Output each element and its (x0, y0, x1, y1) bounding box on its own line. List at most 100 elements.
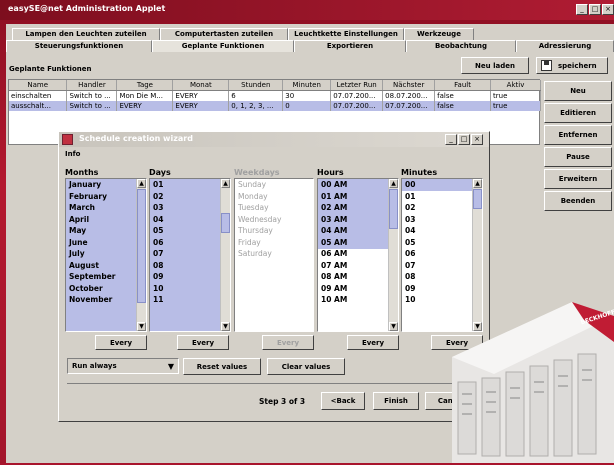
tab-lampen[interactable]: Lampen den Leuchten zuteilen (12, 28, 160, 40)
hours-list-item[interactable]: 09 AM (318, 283, 398, 295)
tab-adressierung[interactable]: Adressierung (516, 40, 614, 52)
run-mode-select[interactable]: Run always ▼ (67, 358, 179, 374)
edit-button[interactable]: Editieren (544, 103, 612, 123)
dialog-close-button[interactable]: × (471, 134, 483, 145)
hours-list[interactable]: 00 AM 01 AM 02 AM 03 AM 04 AM 05 AM 06 AM 07 AM… (317, 178, 399, 332)
scroll-down-icon[interactable]: ▼ (137, 322, 146, 331)
minutes-list-item[interactable]: 09 (402, 283, 482, 295)
days-list-item[interactable]: 11 (150, 294, 230, 306)
months-list-item[interactable]: October (66, 283, 146, 295)
days-list-item[interactable]: 01 (150, 179, 230, 191)
days-list-item[interactable]: 10 (150, 283, 230, 295)
close-button[interactable]: × (602, 4, 614, 15)
days-list-item[interactable]: 03 (150, 202, 230, 214)
minutes-list-item[interactable]: 02 (402, 202, 482, 214)
scroll-thumb[interactable] (389, 189, 398, 229)
dialog-maximize-button[interactable]: □ (458, 134, 470, 145)
hours-every-button[interactable]: Every (347, 335, 399, 350)
hours-list-item[interactable]: 07 AM (318, 260, 398, 272)
days-list-item[interactable]: 08 (150, 260, 230, 272)
scroll-down-icon[interactable]: ▼ (389, 322, 398, 331)
months-list-item[interactable]: May (66, 225, 146, 237)
hours-list-item[interactable]: 05 AM (318, 237, 398, 249)
days-list[interactable]: 01 02 03 04 05 06 07 08 09 10 11 ▲ ▼ (149, 178, 231, 332)
tab-computertasten[interactable]: Computertasten zuteilen (160, 28, 288, 40)
tab-beobachtung[interactable]: Beobachtung (406, 40, 516, 52)
dialog-minimize-button[interactable]: _ (445, 134, 457, 145)
days-list-item[interactable]: 05 (150, 225, 230, 237)
pause-button[interactable]: Pause (544, 147, 612, 167)
col-header[interactable]: Fault (434, 80, 492, 91)
days-list-item[interactable]: 06 (150, 237, 230, 249)
reset-values-button[interactable]: Reset values (183, 358, 261, 375)
tab-leuchtkette[interactable]: Leuchtkette Einstellungen (288, 28, 404, 40)
maximize-button[interactable]: □ (589, 4, 601, 15)
minutes-list-item[interactable]: 00 (402, 179, 482, 191)
reload-button[interactable]: Neu laden (461, 57, 529, 74)
minutes-list-item[interactable]: 08 (402, 271, 482, 283)
tab-werkzeuge[interactable]: Werkzeuge (404, 28, 474, 40)
months-list-item[interactable]: April (66, 214, 146, 226)
minutes-list-item[interactable]: 06 (402, 248, 482, 260)
back-button[interactable]: <Back (321, 392, 365, 410)
minutes-list-item[interactable]: 05 (402, 237, 482, 249)
hours-list-item[interactable]: 10 AM (318, 294, 398, 306)
minutes-list-item[interactable]: 04 (402, 225, 482, 237)
col-header[interactable]: Nächster (382, 80, 436, 91)
hours-list-item[interactable]: 02 AM (318, 202, 398, 214)
days-list-item[interactable]: 04 (150, 214, 230, 226)
tab-geplante-funktionen[interactable]: Geplante Funktionen (152, 40, 294, 52)
minutes-list-item[interactable]: 01 (402, 191, 482, 203)
hours-scrollbar[interactable]: ▲ ▼ (388, 179, 398, 331)
months-list-item[interactable]: March (66, 202, 146, 214)
months-list-item[interactable]: July (66, 248, 146, 260)
tab-exportieren[interactable]: Exportieren (294, 40, 406, 52)
hours-list-item[interactable]: 00 AM (318, 179, 398, 191)
remove-button[interactable]: Entfernen (544, 125, 612, 145)
hours-list-item[interactable]: 01 AM (318, 191, 398, 203)
hours-list-item[interactable]: 03 AM (318, 214, 398, 226)
days-list-item[interactable]: 02 (150, 191, 230, 203)
table-row[interactable]: ausschalt... Switch to ... EVERY EVERY 0… (9, 101, 541, 111)
end-button[interactable]: Beenden (544, 191, 612, 211)
col-header[interactable]: Minuten (282, 80, 332, 91)
days-every-button[interactable]: Every (177, 335, 229, 350)
months-scrollbar[interactable]: ▲ ▼ (136, 179, 146, 331)
table-row[interactable]: einschalten Switch to ... Mon Die M... E… (9, 90, 541, 101)
minimize-button[interactable]: _ (576, 4, 588, 15)
months-list-item[interactable]: August (66, 260, 146, 272)
col-header[interactable]: Aktiv (490, 80, 541, 91)
months-every-button[interactable]: Every (95, 335, 147, 350)
months-list-item[interactable]: November (66, 294, 146, 306)
save-button[interactable]: speichern (536, 57, 608, 74)
scroll-thumb[interactable] (221, 213, 230, 233)
col-header[interactable]: Name (9, 80, 68, 91)
scroll-up-icon[interactable]: ▲ (389, 179, 398, 188)
days-list-item[interactable]: 09 (150, 271, 230, 283)
tab-steuerungsfunktionen[interactable]: Steuerungsfunktionen (6, 40, 152, 52)
col-header[interactable]: Monat (172, 80, 230, 91)
new-button[interactable]: Neu (544, 81, 612, 101)
scroll-up-icon[interactable]: ▲ (137, 179, 146, 188)
months-list-item[interactable]: February (66, 191, 146, 203)
months-list-item[interactable]: June (66, 237, 146, 249)
days-list-item[interactable]: 07 (150, 248, 230, 260)
scroll-thumb[interactable] (473, 189, 482, 209)
scroll-down-icon[interactable]: ▼ (221, 322, 230, 331)
finish-button[interactable]: Finish (373, 392, 419, 410)
minutes-list-item[interactable]: 03 (402, 214, 482, 226)
scroll-thumb[interactable] (137, 189, 146, 303)
hours-list-item[interactable]: 04 AM (318, 225, 398, 237)
days-scrollbar[interactable]: ▲ ▼ (220, 179, 230, 331)
hours-list-item[interactable]: 08 AM (318, 271, 398, 283)
months-list-item[interactable]: September (66, 271, 146, 283)
col-header[interactable]: Letzter Run (330, 80, 384, 91)
extend-button[interactable]: Erweitern (544, 169, 612, 189)
hours-list-item[interactable]: 06 AM (318, 248, 398, 260)
months-list[interactable]: January February March April May June July Augu… (65, 178, 147, 332)
scroll-up-icon[interactable]: ▲ (473, 179, 482, 188)
col-header[interactable]: Stunden (228, 80, 284, 91)
scroll-up-icon[interactable]: ▲ (221, 179, 230, 188)
col-header[interactable]: Handler (66, 80, 118, 91)
months-list-item[interactable]: January (66, 179, 146, 191)
